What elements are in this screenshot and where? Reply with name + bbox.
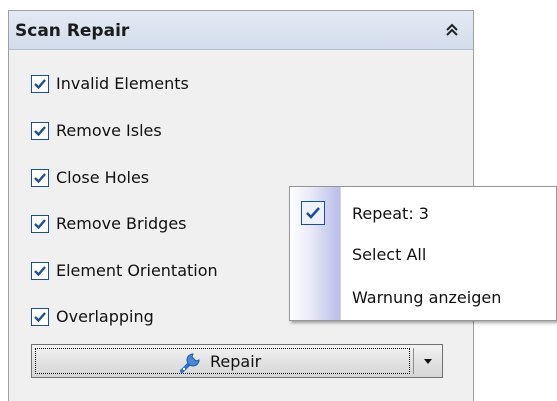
invalid-elements-checkbox[interactable] <box>31 75 49 93</box>
element-orientation-checkbox[interactable] <box>31 262 49 280</box>
repair-split-button[interactable]: Repair <box>31 344 443 378</box>
menu-item-select-all[interactable]: Select All <box>352 245 426 264</box>
dropdown-arrow-icon[interactable] <box>417 348 439 374</box>
split-divider <box>413 348 414 374</box>
remove-bridges-checkbox[interactable] <box>31 215 49 233</box>
menu-check-icon <box>301 201 325 225</box>
check-mark-icon <box>34 79 46 90</box>
close-holes-checkbox[interactable] <box>31 169 49 187</box>
option-label: Invalid Elements <box>56 74 189 93</box>
check-mark-icon <box>34 219 46 230</box>
repair-button[interactable]: Repair <box>35 348 410 374</box>
menu-item-repeat[interactable]: Repeat: 3 <box>352 204 429 223</box>
double-chevron-up-icon[interactable] <box>444 22 460 38</box>
panel-title: Scan Repair <box>15 21 130 41</box>
remove-isles-checkbox[interactable] <box>31 122 49 140</box>
check-mark-icon <box>34 173 46 184</box>
repair-options-menu: Repeat: 3 Select All Warnung anzeigen <box>289 186 557 321</box>
option-label: Overlapping <box>56 307 154 326</box>
check-mark-icon <box>34 266 46 277</box>
panel-header[interactable]: Scan Repair <box>9 11 473 50</box>
menu-item-show-warning[interactable]: Warnung anzeigen <box>352 288 501 307</box>
menu-gutter-divider <box>340 187 341 320</box>
check-mark-icon <box>34 312 46 323</box>
wrench-icon <box>180 351 202 377</box>
option-label: Element Orientation <box>56 261 218 280</box>
option-label: Remove Isles <box>56 121 162 140</box>
overlapping-checkbox[interactable] <box>31 308 49 326</box>
option-label: Remove Bridges <box>56 214 187 233</box>
repair-label: Repair <box>210 352 262 371</box>
check-mark-icon <box>34 126 46 137</box>
option-label: Close Holes <box>56 168 150 187</box>
